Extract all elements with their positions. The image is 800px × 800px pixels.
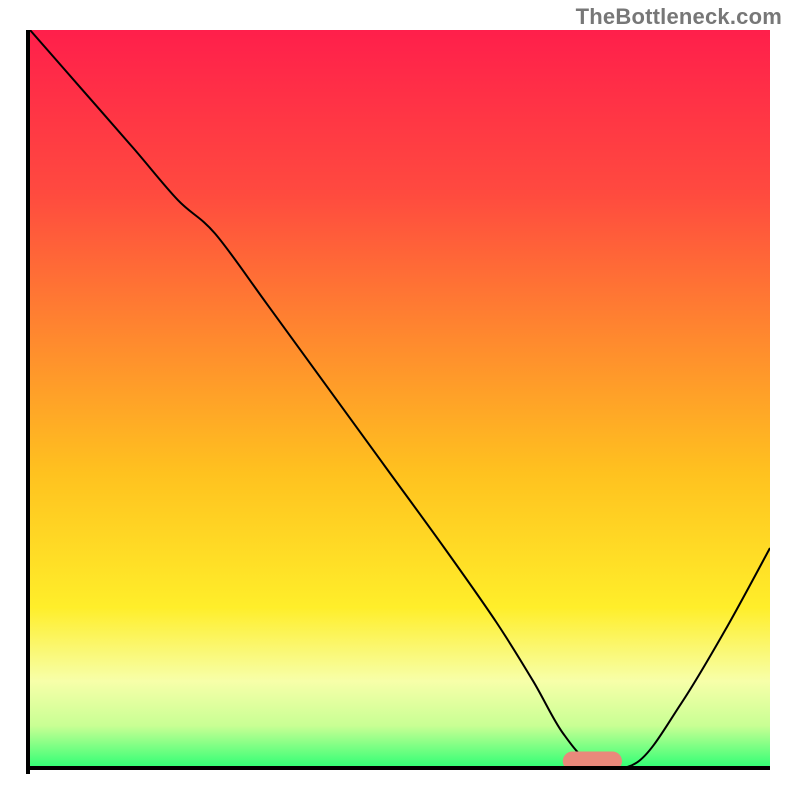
chart-svg [30, 30, 770, 770]
x-axis [30, 766, 770, 770]
watermark-text: TheBottleneck.com [576, 4, 782, 30]
chart-background [30, 30, 770, 770]
chart-container: TheBottleneck.com [0, 0, 800, 800]
plot-area [30, 30, 770, 770]
y-axis [26, 30, 30, 774]
